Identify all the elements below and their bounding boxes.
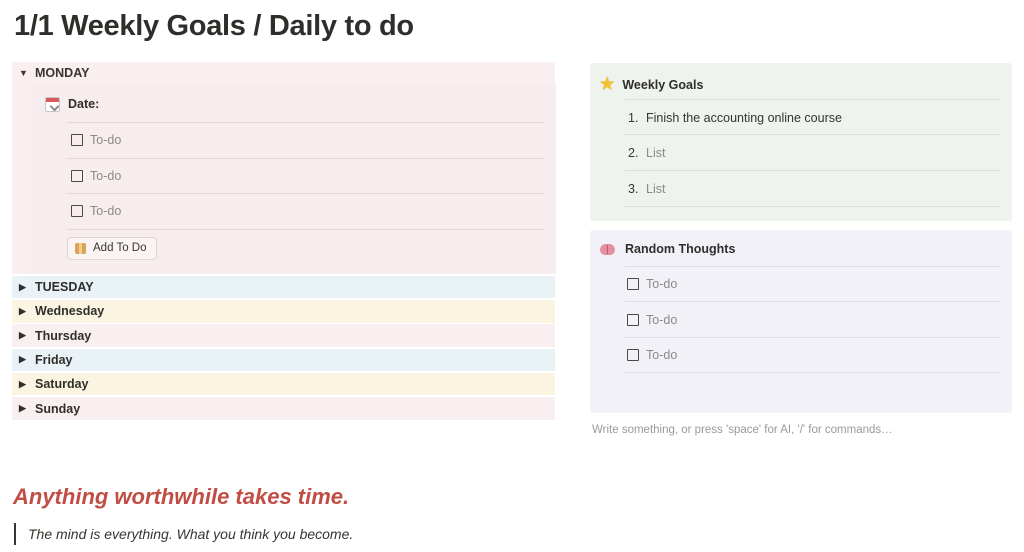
checkbox[interactable]	[627, 278, 639, 290]
weekly-goals-heading[interactable]: ★ Weekly Goals	[600, 77, 703, 93]
toggle-label: TUESDAY	[35, 280, 94, 295]
divider	[625, 170, 1000, 171]
divider	[625, 301, 1000, 302]
add-todo-button[interactable]: Add To Do	[67, 236, 157, 260]
toggle-open-triangle-icon[interactable]: ▼	[19, 68, 35, 78]
list-number: 2.	[628, 146, 639, 160]
toggle-label: MONDAY	[35, 66, 90, 80]
list-number: 3.	[628, 182, 639, 196]
toggle-label: Friday	[35, 352, 73, 367]
toggle-closed-triangle-icon[interactable]: ▶	[19, 306, 35, 317]
weekly-goals-callout: ★ Weekly Goals 1. Finish the accounting …	[590, 63, 1012, 221]
toggle-sunday[interactable]: ▶ Sunday	[12, 397, 555, 420]
todo-text[interactable]: To-do	[90, 204, 121, 218]
toggle-tuesday[interactable]: ▶ TUESDAY	[12, 275, 555, 299]
toggle-label: Saturday	[35, 377, 89, 392]
list-item-text[interactable]: Finish the accounting online course	[646, 111, 842, 125]
toggle-thursday[interactable]: ▶ Thursday	[12, 324, 555, 347]
checkbox[interactable]	[627, 314, 639, 326]
random-thoughts-callout: Random Thoughts To-do To-do To-do	[590, 230, 1012, 413]
date-heading[interactable]: Date:	[45, 94, 556, 114]
days-toggle-list: ▼ MONDAY Date: To-do To-do To-do Add To …	[12, 62, 556, 422]
page-title[interactable]: 1/1 Weekly Goals / Daily to do	[14, 10, 414, 43]
todo-item[interactable]: To-do	[627, 313, 677, 327]
toggle-wednesday[interactable]: ▶ Wednesday	[12, 300, 555, 323]
toggle-closed-triangle-icon[interactable]: ▶	[19, 403, 35, 414]
random-thoughts-heading[interactable]: Random Thoughts	[600, 242, 735, 256]
star-icon[interactable]: ★	[600, 77, 614, 93]
todo-item[interactable]: To-do	[627, 277, 677, 291]
divider	[67, 228, 544, 230]
toggle-closed-triangle-icon[interactable]: ▶	[19, 354, 35, 365]
list-item-text[interactable]: List	[646, 146, 665, 160]
quote-bar	[14, 523, 16, 545]
add-todo-label: Add To Do	[93, 242, 147, 254]
goal-list-item[interactable]: 3. List	[628, 182, 665, 196]
brain-icon[interactable]	[600, 243, 615, 255]
toggle-monday[interactable]: ▼ MONDAY	[12, 62, 555, 84]
toggle-label: Sunday	[35, 401, 81, 416]
monday-date-card: Date: To-do To-do To-do Add To Do	[31, 84, 556, 274]
divider	[625, 266, 1000, 267]
toggle-friday[interactable]: ▶ Friday	[12, 348, 555, 372]
package-icon	[75, 242, 86, 254]
toggle-closed-triangle-icon[interactable]: ▶	[19, 330, 35, 341]
todo-text[interactable]: To-do	[646, 313, 677, 327]
goal-list-item[interactable]: 1. Finish the accounting online course	[628, 111, 842, 125]
list-number: 1.	[628, 111, 639, 125]
todo-text[interactable]: To-do	[90, 169, 121, 183]
todo-text[interactable]: To-do	[646, 348, 677, 362]
editor-placeholder[interactable]: Write something, or press 'space' for AI…	[592, 424, 893, 436]
todo-item[interactable]: To-do	[627, 348, 677, 362]
toggle-label: Thursday	[35, 328, 92, 343]
toggle-saturday[interactable]: ▶ Saturday	[12, 372, 555, 396]
date-label: Date:	[68, 97, 100, 111]
todo-item[interactable]: To-do	[67, 123, 556, 158]
divider	[625, 337, 1000, 338]
divider	[625, 206, 1000, 207]
checkbox[interactable]	[71, 134, 83, 147]
todo-text[interactable]: To-do	[646, 277, 677, 291]
todo-text[interactable]: To-do	[90, 133, 121, 147]
monday-section: ▼ MONDAY Date: To-do To-do To-do Add To …	[12, 62, 556, 274]
weekly-goals-title: Weekly Goals	[622, 78, 704, 92]
divider	[625, 99, 1000, 100]
toggle-closed-triangle-icon[interactable]: ▶	[19, 282, 35, 293]
random-thoughts-title: Random Thoughts	[625, 242, 736, 256]
checkbox[interactable]	[627, 349, 639, 361]
calendar-icon	[45, 96, 60, 112]
toggle-closed-triangle-icon[interactable]: ▶	[19, 379, 35, 390]
checkbox[interactable]	[71, 169, 83, 182]
list-item-text[interactable]: List	[646, 182, 665, 196]
todo-item[interactable]: To-do	[67, 194, 556, 229]
divider	[625, 372, 1000, 373]
checkbox[interactable]	[71, 205, 83, 218]
todo-item[interactable]: To-do	[67, 159, 556, 194]
quote-text[interactable]: The mind is everything. What you think y…	[28, 526, 353, 542]
motivation-heading[interactable]: Anything worthwhile takes time.	[13, 484, 349, 510]
divider	[625, 134, 1000, 135]
toggle-label: Wednesday	[35, 304, 105, 319]
goal-list-item[interactable]: 2. List	[628, 146, 665, 160]
